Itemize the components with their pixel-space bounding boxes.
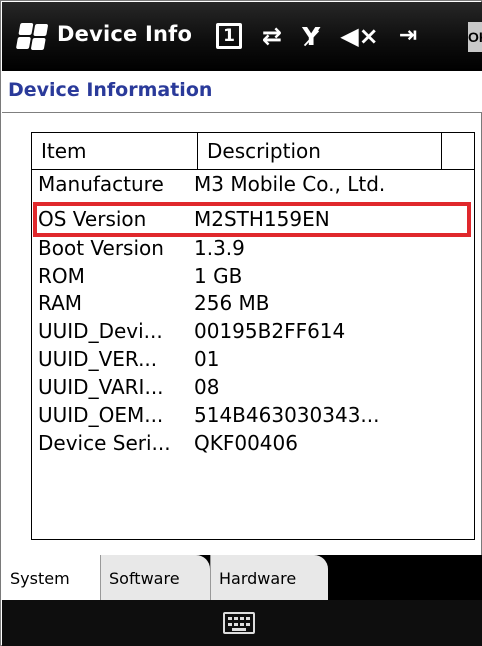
ok-button[interactable]: OK <box>468 22 482 52</box>
list-header: Item Description <box>32 133 474 170</box>
tab-hardware[interactable]: Hardware <box>210 555 328 600</box>
row-description: 256 MB <box>194 291 270 315</box>
app-title: Device Info <box>57 22 193 46</box>
row-description: M3 Mobile Co., Ltd. <box>194 172 386 196</box>
table-row[interactable]: UUID_Devi... 00195B2FF614 <box>32 318 474 344</box>
table-row[interactable]: UUID_VER... 01 <box>32 346 474 372</box>
table-row[interactable]: Device Seri... QKF00406 <box>32 430 474 456</box>
row-item: Manufacture <box>38 172 164 196</box>
row-description: 514B463030343... <box>194 403 380 427</box>
table-row[interactable]: RAM 256 MB <box>32 290 474 316</box>
table-row[interactable]: ROM 1 GB <box>32 263 474 289</box>
device-window: Device Info 1 ⇄ Y̷ ◀× ⇥ OK Device Inform… <box>0 0 482 646</box>
battery-icon[interactable]: 1 <box>216 23 242 49</box>
row-item: OS Version <box>38 207 147 231</box>
row-description: 01 <box>194 347 220 371</box>
row-description: M2STH159EN <box>194 207 330 231</box>
column-header-spacer <box>442 133 474 169</box>
table-row[interactable]: UUID_OEM... 514B463030343... <box>32 402 474 428</box>
tab-software[interactable]: Software <box>100 555 210 600</box>
row-item: UUID_VARI... <box>38 375 164 399</box>
table-row[interactable]: OS Version M2STH159EN <box>32 206 474 232</box>
keyboard-icon[interactable] <box>223 612 255 634</box>
page-header: Device Information <box>2 71 482 113</box>
row-description: 08 <box>194 375 220 399</box>
table-row[interactable]: Manufacture M3 Mobile Co., Ltd. <box>32 171 474 197</box>
table-row[interactable]: UUID_VARI... 08 <box>32 374 474 400</box>
sync-icon[interactable]: ⇄ <box>262 24 282 48</box>
row-item: ROM <box>38 264 85 288</box>
windows-start-icon[interactable] <box>15 23 51 51</box>
row-description: QKF00406 <box>194 431 298 455</box>
speaker-mute-icon[interactable]: ◀× <box>340 24 379 48</box>
signal-off-icon[interactable]: Y̷ <box>302 24 320 49</box>
row-item: Boot Version <box>38 236 164 260</box>
row-description: 1.3.9 <box>194 236 245 260</box>
row-item: UUID_VER... <box>38 347 158 371</box>
table-row[interactable]: Boot Version 1.3.9 <box>32 235 474 261</box>
row-item: RAM <box>38 291 83 315</box>
column-header-description[interactable]: Description <box>198 133 442 169</box>
tab-system[interactable]: System <box>2 555 100 600</box>
row-item: UUID_OEM... <box>38 403 164 427</box>
row-description: 1 GB <box>194 264 243 288</box>
title-bar: Device Info 1 ⇄ Y̷ ◀× ⇥ OK <box>2 2 482 71</box>
tab-bar: System Software Hardware <box>2 555 482 600</box>
status-icons: 1 ⇄ Y̷ ◀× ⇥ <box>216 18 417 54</box>
page-title: Device Information <box>8 79 213 101</box>
exit-icon[interactable]: ⇥ <box>399 25 417 47</box>
column-header-item[interactable]: Item <box>32 133 198 169</box>
device-info-list[interactable]: Item Description Manufacture M3 Mobile C… <box>31 132 475 540</box>
row-description: 00195B2FF614 <box>194 319 346 343</box>
bottom-bar <box>2 600 482 646</box>
row-item: UUID_Devi... <box>38 319 163 343</box>
row-item: Device Seri... <box>38 431 171 455</box>
